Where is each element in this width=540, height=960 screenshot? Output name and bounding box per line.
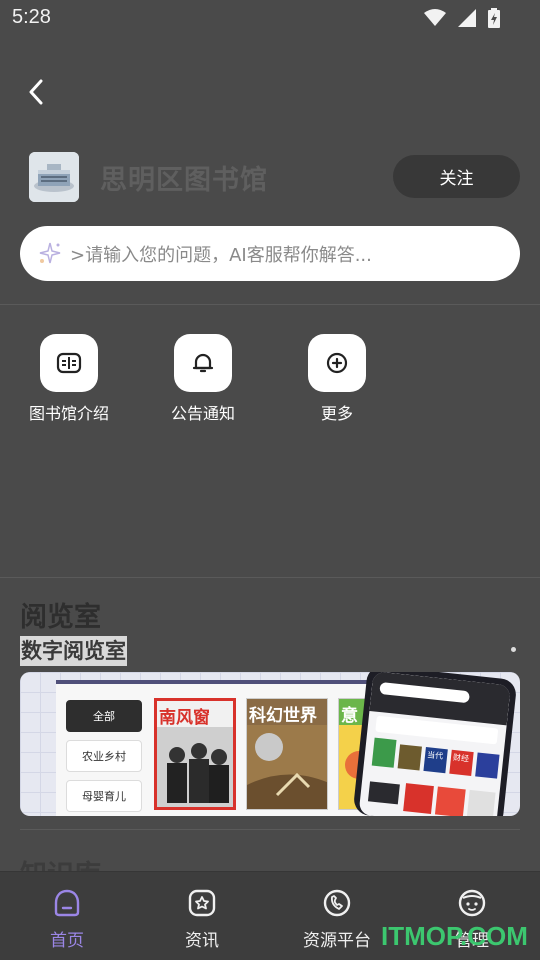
wifi-icon: [424, 9, 446, 26]
quick-action-label: 更多: [320, 404, 353, 423]
nav-news[interactable]: 资讯: [147, 888, 257, 951]
nav-label: 首页: [50, 931, 84, 951]
quick-action-label: 图书馆介绍: [28, 404, 109, 423]
status-bar: 5:28: [0, 0, 540, 36]
watermark: ITMOP.COM: [381, 921, 528, 951]
ai-sparkle-icon: [39, 242, 61, 263]
status-time: 5:28: [12, 6, 51, 28]
magazine-photo: [157, 727, 233, 807]
library-logo: [29, 152, 79, 202]
digital-reading-room-tab[interactable]: 数字阅览室: [20, 636, 127, 666]
manage-icon: [458, 889, 486, 917]
resource-icon: [323, 889, 351, 917]
library-name: 思明区图书馆: [100, 165, 268, 196]
quick-action-label: 公告通知: [170, 404, 235, 423]
status-icons: [424, 8, 500, 28]
magazine-cover: 南风窗: [154, 698, 236, 810]
nav-resource-platform[interactable]: 资源平台: [282, 888, 392, 951]
phone-tag: 当代: [426, 750, 444, 761]
nav-label: 资源平台: [303, 931, 371, 951]
bell-icon: [192, 353, 214, 373]
magazine-photo: [247, 725, 327, 809]
magazine-title: 南风窗: [159, 708, 210, 728]
category-parenting-button: 母婴育儿: [66, 780, 142, 812]
category-agriculture-button: 农业乡村: [66, 740, 142, 772]
divider: [0, 577, 540, 578]
ai-search-input[interactable]: >请输入您的问题，AI客服帮你解答...: [20, 226, 520, 281]
divider: [0, 304, 540, 305]
quick-action-more[interactable]: 更多: [277, 334, 397, 424]
magazine-cover: 科幻世界: [246, 698, 328, 810]
back-button[interactable]: [20, 76, 52, 108]
magazine-title: 意: [341, 706, 358, 726]
digital-reading-banner[interactable]: 全部 农业乡村 母婴育儿 南风窗 科幻世界 意 当代 财经: [20, 672, 520, 816]
chevron-left-icon: [29, 79, 43, 105]
phone-screen-content: [367, 672, 511, 816]
nav-label: 资讯: [185, 931, 219, 951]
signal-icon: [458, 9, 476, 27]
search-placeholder: >请输入您的问题，AI客服帮你解答...: [70, 244, 372, 266]
follow-button[interactable]: 关注: [393, 155, 520, 198]
quick-action-icon-box: [40, 334, 98, 392]
home-icon: [54, 889, 80, 917]
phone-tag: 财经: [452, 752, 470, 764]
magazine-title: 科幻世界: [249, 706, 317, 726]
nav-home[interactable]: 首页: [12, 888, 122, 951]
quick-action-announcements[interactable]: 公告通知: [143, 334, 263, 424]
quick-action-icon-box: [174, 334, 232, 392]
battery-icon: [488, 8, 500, 28]
plus-circle-icon: [326, 352, 348, 374]
quick-action-library-intro[interactable]: 图书馆介绍: [9, 334, 129, 424]
carousel-dot: [511, 647, 516, 652]
news-icon: [188, 889, 216, 917]
book-icon: [56, 352, 82, 374]
divider: [20, 829, 520, 830]
phone-mockup: 当代 财经: [352, 672, 518, 816]
phone-screen: 当代 财经: [358, 672, 511, 816]
reading-room-title: 阅览室: [20, 602, 101, 633]
quick-action-icon-box: [308, 334, 366, 392]
category-all-button: 全部: [66, 700, 142, 732]
